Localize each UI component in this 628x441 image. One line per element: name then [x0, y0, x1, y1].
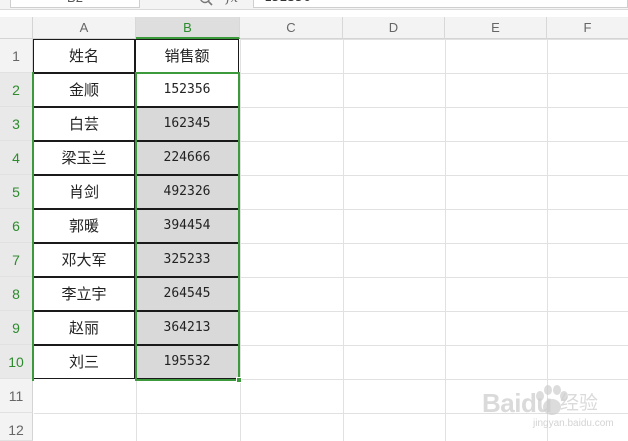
- column-header-b[interactable]: B: [136, 17, 240, 39]
- cell-a2[interactable]: 金顺: [33, 73, 135, 107]
- fx-label[interactable]: fx: [226, 0, 238, 6]
- row-header-1[interactable]: 1: [0, 39, 33, 73]
- column-header-d[interactable]: D: [343, 17, 445, 39]
- row-header-10[interactable]: 10: [0, 345, 33, 379]
- row-header-2[interactable]: 2: [0, 73, 33, 107]
- cell-b8[interactable]: 264545: [135, 277, 239, 311]
- watermark-text: Baidu: [482, 388, 552, 418]
- row-header-3[interactable]: 3: [0, 107, 33, 141]
- cell-b1[interactable]: 销售额: [135, 39, 239, 73]
- name-box[interactable]: B2: [10, 0, 140, 8]
- cell-a8[interactable]: 李立宇: [33, 277, 135, 311]
- row-header-4[interactable]: 4: [0, 141, 33, 175]
- cell-b5[interactable]: 492326: [135, 175, 239, 209]
- cell-a3[interactable]: 白芸: [33, 107, 135, 141]
- select-all-corner[interactable]: [0, 17, 33, 39]
- cell-b4[interactable]: 224666: [135, 141, 239, 175]
- row-selection-indicator: [32, 72, 34, 381]
- cell-a6[interactable]: 郭暖: [33, 209, 135, 243]
- row-header-11[interactable]: 11: [0, 379, 33, 413]
- row-header-6[interactable]: 6: [0, 209, 33, 243]
- column-header-c[interactable]: C: [240, 17, 343, 39]
- formula-bar: B2 fx 152356: [0, 0, 628, 10]
- column-header-row: A B C D E F: [0, 17, 628, 39]
- cell-b9[interactable]: 364213: [135, 311, 239, 345]
- column-header-a[interactable]: A: [33, 17, 136, 39]
- cell-a1[interactable]: 姓名: [33, 39, 135, 73]
- cell-b7[interactable]: 325233: [135, 243, 239, 277]
- cell-a10[interactable]: 刘三: [33, 345, 135, 379]
- row-header-12[interactable]: 12: [0, 413, 33, 441]
- fill-handle[interactable]: [236, 377, 242, 383]
- row-header-9[interactable]: 9: [0, 311, 33, 345]
- cell-a9[interactable]: 赵丽: [33, 311, 135, 345]
- watermark-url: jingyan.baidu.com: [533, 418, 614, 429]
- column-header-e[interactable]: E: [445, 17, 547, 39]
- watermark-subtext: 经验: [560, 392, 599, 414]
- cell-a7[interactable]: 邓大军: [33, 243, 135, 277]
- cell-a5[interactable]: 肖剑: [33, 175, 135, 209]
- cell-b10[interactable]: 195532: [135, 345, 239, 379]
- cell-b3[interactable]: 162345: [135, 107, 239, 141]
- zoom-icon[interactable]: [199, 0, 213, 6]
- row-header-7[interactable]: 7: [0, 243, 33, 277]
- cell-b6[interactable]: 394454: [135, 209, 239, 243]
- column-header-f[interactable]: F: [547, 17, 628, 39]
- row-header-5[interactable]: 5: [0, 175, 33, 209]
- cell-b2[interactable]: 152356: [135, 73, 239, 107]
- row-header-8[interactable]: 8: [0, 277, 33, 311]
- formula-input[interactable]: 152356: [253, 0, 628, 8]
- cell-a4[interactable]: 梁玉兰: [33, 141, 135, 175]
